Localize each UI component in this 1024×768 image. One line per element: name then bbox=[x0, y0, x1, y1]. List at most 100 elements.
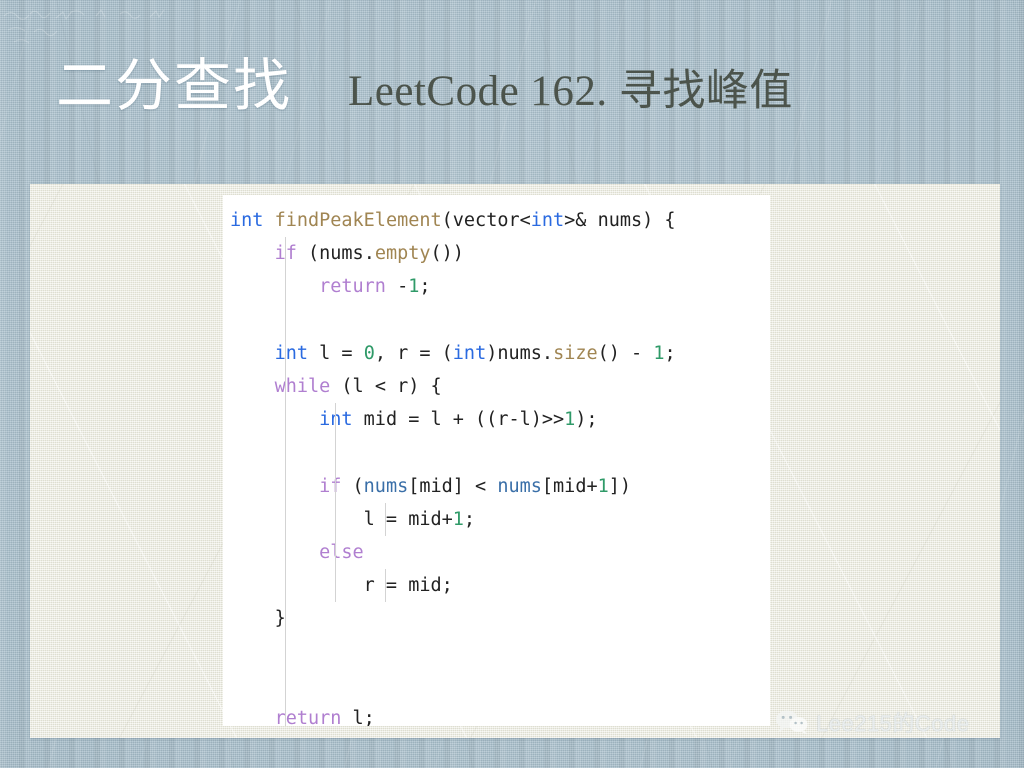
indent-guide bbox=[285, 569, 286, 603]
code-line: if (nums.empty()) bbox=[223, 237, 770, 271]
code-line bbox=[223, 635, 770, 669]
code-token-function: empty bbox=[374, 243, 431, 265]
code-token-keyword: while bbox=[274, 375, 331, 397]
code-token-keyword: return bbox=[319, 276, 386, 298]
page-title: 二分查找 bbox=[56, 55, 292, 118]
indent-guide bbox=[285, 469, 286, 503]
indent-guide bbox=[335, 436, 336, 470]
code-line bbox=[223, 303, 770, 337]
code-token-plain: (l < r) { bbox=[330, 375, 442, 397]
code-line bbox=[223, 668, 770, 702]
code-token-plain: ( bbox=[341, 475, 364, 497]
background-scribble-mark bbox=[3, 9, 165, 44]
code-line: return l; bbox=[223, 701, 770, 726]
indent-guide bbox=[385, 502, 386, 536]
code-token-plain: l = mid+ bbox=[363, 508, 453, 530]
code-token-type: int bbox=[230, 210, 264, 231]
code-token-plain: nums bbox=[597, 210, 643, 231]
code-token-plain: ; bbox=[463, 508, 476, 530]
indent-guide bbox=[285, 270, 286, 304]
code-token-keyword: else bbox=[319, 541, 364, 563]
code-token-plain: nums bbox=[497, 342, 542, 364]
code-token-function: findPeakElement bbox=[274, 210, 442, 231]
code-token-type: int bbox=[274, 342, 308, 364]
code-line: if (nums[mid] < nums[mid+1]) bbox=[223, 469, 770, 503]
code-token-plain: r = mid; bbox=[363, 575, 453, 597]
code-token-plain: ( bbox=[296, 243, 320, 265]
indent-guide bbox=[335, 535, 336, 570]
indent-guide bbox=[285, 436, 286, 470]
code-line: } bbox=[223, 602, 770, 636]
indent-guide bbox=[285, 668, 286, 702]
code-token-plain: l; bbox=[341, 707, 375, 726]
slide-title-row: 二分查找 LeetCode 162. 寻找峰值 bbox=[56, 58, 956, 138]
indent-guide bbox=[285, 635, 286, 669]
code-token-plain: ) { bbox=[642, 210, 676, 231]
code-line: r = mid; bbox=[223, 569, 770, 603]
code-token-plain: . bbox=[363, 243, 375, 265]
indent-guide bbox=[285, 502, 286, 536]
code-listing: int findPeakElement(vector<int>& nums) {… bbox=[223, 195, 770, 726]
code-token-number: 1 bbox=[564, 409, 576, 431]
page-subtitle: LeetCode 162. 寻找峰值 bbox=[348, 68, 793, 115]
code-line: while (l < r) { bbox=[223, 369, 770, 404]
code-line: return -1; bbox=[223, 270, 770, 304]
code-token-number: 1 bbox=[653, 342, 665, 364]
indent-guide bbox=[285, 336, 286, 370]
indent-guide bbox=[285, 602, 286, 636]
indent-guide bbox=[285, 369, 286, 404]
indent-guide bbox=[285, 701, 286, 726]
indent-guide bbox=[285, 535, 286, 570]
indent-guide bbox=[285, 403, 286, 437]
code-token-keyword: if bbox=[319, 475, 342, 497]
code-token-type: int bbox=[452, 342, 487, 364]
code-token-type: int bbox=[530, 210, 565, 231]
indent-guide bbox=[285, 303, 286, 337]
code-token-plain: ; bbox=[664, 342, 676, 364]
indent-guide bbox=[335, 403, 336, 437]
code-line bbox=[223, 436, 770, 470]
code-token-plain: vector bbox=[452, 210, 520, 231]
code-token-plain: [mid] < bbox=[408, 475, 498, 497]
code-token-plain: ; bbox=[419, 276, 431, 298]
code-token-plain: [mid+ bbox=[541, 475, 598, 497]
indent-guide bbox=[335, 569, 336, 603]
code-token-plain: >& bbox=[564, 210, 598, 231]
code-token-plain: nums bbox=[319, 243, 364, 265]
code-token-number: 1 bbox=[452, 508, 464, 530]
code-token-plain: ()) bbox=[430, 243, 464, 265]
code-token-variable: nums bbox=[363, 475, 409, 497]
indent-guide bbox=[385, 569, 386, 603]
code-line: int l = 0, r = (int)nums.size() - 1; bbox=[223, 336, 770, 370]
code-token-plain: < bbox=[519, 210, 531, 231]
code-token-plain: mid = l + ((r-l)>> bbox=[352, 409, 565, 431]
content-panel: int findPeakElement(vector<int>& nums) {… bbox=[30, 184, 1000, 738]
code-token-plain: . bbox=[541, 342, 554, 364]
code-token-plain: () - bbox=[597, 342, 654, 364]
code-token-number: 1 bbox=[597, 475, 609, 497]
code-token-plain: ) bbox=[486, 342, 498, 364]
code-token-plain: , r = ( bbox=[374, 342, 453, 364]
code-line: else bbox=[223, 535, 770, 570]
code-token-plain: ]) bbox=[608, 475, 632, 497]
code-token-plain: ); bbox=[575, 409, 598, 431]
code-line: int mid = l + ((r-l)>>1); bbox=[223, 403, 770, 437]
indent-guide bbox=[335, 502, 336, 536]
code-token-plain: ( bbox=[441, 210, 453, 231]
code-token-plain: l = bbox=[307, 342, 364, 364]
code-block: int findPeakElement(vector<int>& nums) {… bbox=[223, 195, 770, 726]
code-token-number: 1 bbox=[408, 276, 420, 298]
code-token-plain: - bbox=[385, 276, 409, 298]
